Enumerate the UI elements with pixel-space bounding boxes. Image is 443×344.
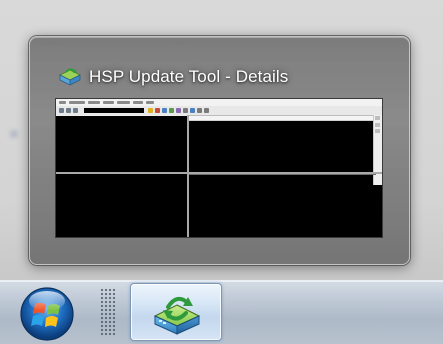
hsp-update-tool-icon: [153, 296, 201, 335]
thumbnail-title: HSP Update Tool - Details: [89, 67, 289, 86]
preview-address-field: [84, 108, 144, 113]
preview-pane-border: [56, 115, 187, 116]
preview-tool-icon: [162, 108, 167, 113]
preview-menu-item: [103, 101, 114, 104]
background-blur: [10, 130, 18, 138]
taskbar-button-hsp-update-tool[interactable]: [130, 283, 222, 341]
preview-tool-icon: [190, 108, 195, 113]
preview-tool-icon: [169, 108, 174, 113]
preview-scroll-button: [375, 116, 380, 120]
desktop-area: HSP Update Tool - Details: [0, 0, 443, 344]
preview-menu-item: [59, 101, 66, 104]
taskbar-grip-icon[interactable]: [100, 288, 116, 336]
preview-pane-divider: [189, 174, 376, 175]
preview-tool-icon: [148, 108, 153, 113]
preview-scroll-button: [375, 129, 380, 133]
preview-menu-item: [69, 101, 85, 104]
preview-tool-icon: [204, 108, 209, 113]
preview-tool-icon: [197, 108, 202, 113]
preview-menu-item: [117, 101, 130, 104]
preview-menu-item: [88, 101, 100, 104]
preview-menu-item: [146, 101, 154, 104]
preview-tool-icon: [155, 108, 160, 113]
preview-tool-icon: [59, 108, 64, 113]
windows-start-orb-icon[interactable]: [19, 286, 75, 342]
preview-tool-icon: [66, 108, 71, 113]
preview-tool-icon: [73, 108, 78, 113]
hsp-update-tool-icon: [59, 68, 81, 86]
preview-vertical-splitter: [187, 115, 189, 237]
preview-tool-icon: [176, 108, 181, 113]
preview-right-pane-header: [189, 116, 374, 121]
window-preview[interactable]: [55, 98, 383, 238]
preview-scroll-button: [375, 123, 380, 127]
thumbnail-title-row: HSP Update Tool - Details: [58, 65, 288, 89]
preview-tool-icon: [183, 108, 188, 113]
taskbar-thumbnail-preview[interactable]: HSP Update Tool - Details: [29, 36, 410, 265]
preview-menu-item: [133, 101, 143, 104]
